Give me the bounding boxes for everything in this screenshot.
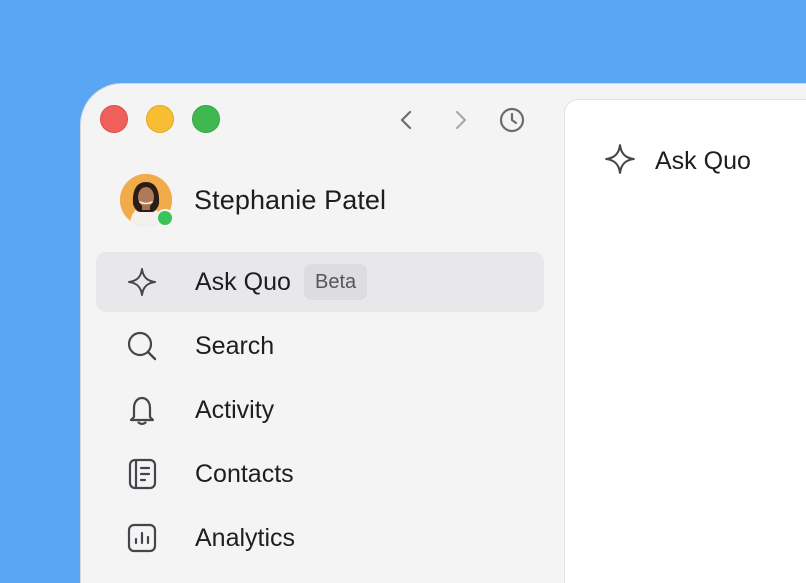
profile-name: Stephanie Patel bbox=[194, 184, 387, 215]
sparkle-icon bbox=[603, 142, 637, 181]
beta-badge: Beta bbox=[304, 264, 368, 300]
panel-header: Ask Quo bbox=[603, 142, 751, 181]
chevron-right-icon bbox=[455, 110, 467, 130]
sidebar-menu: Ask Quo Beta Search Activity Contacts An… bbox=[96, 252, 544, 572]
sidebar-item-label: Contacts bbox=[195, 459, 294, 488]
sidebar-item-activity[interactable]: Activity bbox=[96, 380, 544, 440]
sidebar-item-label: Search bbox=[195, 331, 275, 360]
contacts-book-icon bbox=[124, 456, 160, 492]
sidebar-item-search[interactable]: Search bbox=[96, 316, 544, 376]
minimize-window-button[interactable] bbox=[146, 105, 174, 133]
sidebar-item-contacts[interactable]: Contacts bbox=[96, 444, 544, 504]
bell-icon bbox=[124, 392, 160, 428]
sparkle-icon bbox=[124, 264, 160, 300]
back-button[interactable] bbox=[391, 104, 423, 136]
sidebar-item-label: Analytics bbox=[195, 523, 296, 552]
panel-title: Ask Quo bbox=[655, 147, 751, 175]
history-button[interactable] bbox=[496, 104, 528, 136]
ask-quo-panel: Ask Quo bbox=[564, 99, 806, 583]
sidebar-item-label: Ask Quo bbox=[195, 267, 291, 296]
sidebar-item-analytics[interactable]: Analytics bbox=[96, 508, 544, 568]
chevron-left-icon bbox=[400, 110, 412, 130]
user-profile[interactable]: Stephanie Patel bbox=[120, 174, 387, 227]
app-window: Stephanie Patel Ask Quo Beta Search Acti… bbox=[80, 83, 806, 583]
search-icon bbox=[124, 328, 160, 364]
online-status-badge bbox=[156, 209, 174, 227]
analytics-icon bbox=[124, 520, 160, 556]
forward-button[interactable] bbox=[444, 104, 476, 136]
close-window-button[interactable] bbox=[100, 105, 128, 133]
clock-icon bbox=[499, 107, 525, 133]
sidebar-item-ask-quo[interactable]: Ask Quo Beta bbox=[96, 252, 544, 312]
sidebar-item-label: Activity bbox=[195, 395, 275, 424]
zoom-window-button[interactable] bbox=[192, 105, 220, 133]
avatar[interactable] bbox=[120, 174, 174, 227]
